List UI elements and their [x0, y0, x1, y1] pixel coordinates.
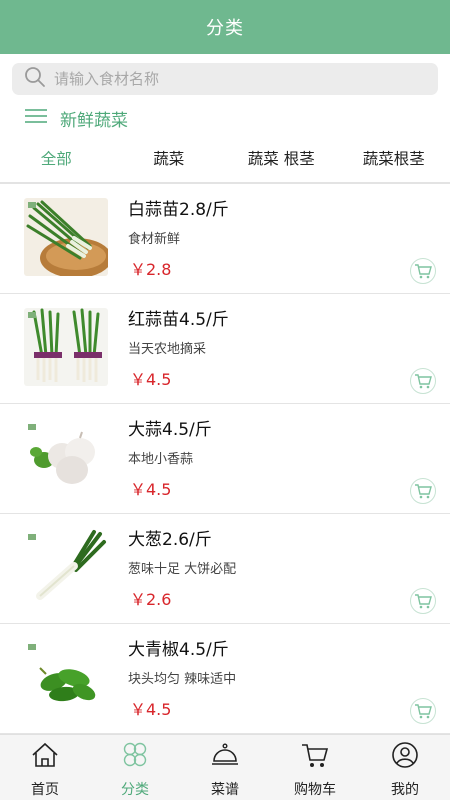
app-header: 分类	[0, 0, 450, 54]
nav-profile[interactable]: 我的	[360, 735, 450, 800]
category-title: 新鲜蔬菜	[60, 110, 128, 131]
cart-icon	[300, 741, 330, 773]
product-item[interactable]: 大蒜4.5/斤 本地小香蒜 ￥4.5	[0, 404, 450, 514]
search-bar[interactable]	[12, 63, 438, 95]
add-to-cart-button[interactable]	[410, 258, 436, 284]
product-name[interactable]: 大蒜4.5/斤	[128, 415, 212, 440]
product-item[interactable]: 大葱2.6/斤 葱味十足 大饼必配 ￥2.6	[0, 514, 450, 624]
nav-recipes-label: 菜谱	[211, 782, 239, 798]
product-desc: 葱味十足 大饼必配	[128, 562, 237, 577]
nav-cart[interactable]: 购物车	[270, 735, 360, 800]
product-price: ￥4.5	[130, 700, 172, 719]
cart-icon	[415, 484, 432, 499]
garlic-bulbs-photo	[24, 418, 108, 496]
nav-category[interactable]: 分类	[90, 735, 180, 800]
search-icon	[24, 66, 46, 92]
product-price: ￥4.5	[130, 480, 172, 499]
recipe-cloche-icon	[210, 741, 240, 773]
product-desc: 本地小香蒜	[128, 452, 194, 467]
product-name[interactable]: 红蒜苗4.5/斤	[128, 305, 229, 330]
nav-recipes[interactable]: 菜谱	[180, 735, 270, 800]
page-title: 分类	[206, 18, 244, 39]
nav-home-label: 首页	[31, 782, 59, 798]
product-price: ￥2.6	[130, 590, 172, 609]
leek-photo	[24, 528, 108, 606]
add-to-cart-button[interactable]	[410, 368, 436, 394]
product-price: ￥2.8	[130, 260, 172, 279]
product-item[interactable]: 白蒜苗2.8/斤 食材新鲜 ￥2.8	[0, 184, 450, 294]
product-item[interactable]: 红蒜苗4.5/斤 当天农地摘采 ￥4.5	[0, 294, 450, 404]
category-icon	[120, 741, 150, 773]
garlic-sprouts-bundle-photo	[24, 308, 108, 386]
tab-vegetables-root-stem[interactable]: 蔬菜 根茎	[225, 140, 338, 180]
nav-home[interactable]: 首页	[0, 735, 90, 800]
home-icon	[30, 741, 60, 773]
product-name[interactable]: 大青椒4.5/斤	[128, 635, 229, 660]
add-to-cart-button[interactable]	[410, 698, 436, 724]
profile-icon	[390, 741, 420, 773]
cart-icon	[415, 264, 432, 279]
product-name[interactable]: 白蒜苗2.8/斤	[128, 195, 229, 220]
product-list: 白蒜苗2.8/斤 食材新鲜 ￥2.8 红蒜苗4.5/斤 当天农地摘采 ￥4.5 …	[0, 184, 450, 734]
product-desc: 食材新鲜	[128, 232, 181, 247]
search-input[interactable]	[54, 70, 414, 88]
category-header[interactable]: 新鲜蔬菜	[24, 104, 128, 132]
add-to-cart-button[interactable]	[410, 478, 436, 504]
tab-vegetables-rootstem[interactable]: 蔬菜根茎	[338, 140, 450, 180]
product-name[interactable]: 大葱2.6/斤	[128, 525, 212, 550]
nav-cart-label: 购物车	[294, 782, 336, 798]
product-price: ￥4.5	[130, 370, 172, 389]
product-desc: 块头均匀 辣味适中	[128, 672, 237, 687]
scallion-basket-photo	[24, 198, 108, 276]
product-item[interactable]: 大青椒4.5/斤 块头均匀 辣味适中 ￥4.5	[0, 624, 450, 734]
cart-icon	[415, 704, 432, 719]
green-peppers-photo	[24, 638, 108, 716]
menu-icon[interactable]	[24, 107, 48, 129]
tab-vegetables[interactable]: 蔬菜	[113, 140, 226, 180]
nav-category-label: 分类	[121, 782, 149, 798]
cart-icon	[415, 374, 432, 389]
add-to-cart-button[interactable]	[410, 588, 436, 614]
tab-all[interactable]: 全部	[0, 140, 113, 180]
subcategory-tabs: 全部 蔬菜 蔬菜 根茎 蔬菜根茎	[0, 140, 450, 180]
nav-profile-label: 我的	[391, 782, 419, 798]
bottom-nav: 首页 分类 菜谱 购物车 我的	[0, 734, 450, 800]
product-desc: 当天农地摘采	[128, 342, 207, 357]
cart-icon	[415, 594, 432, 609]
